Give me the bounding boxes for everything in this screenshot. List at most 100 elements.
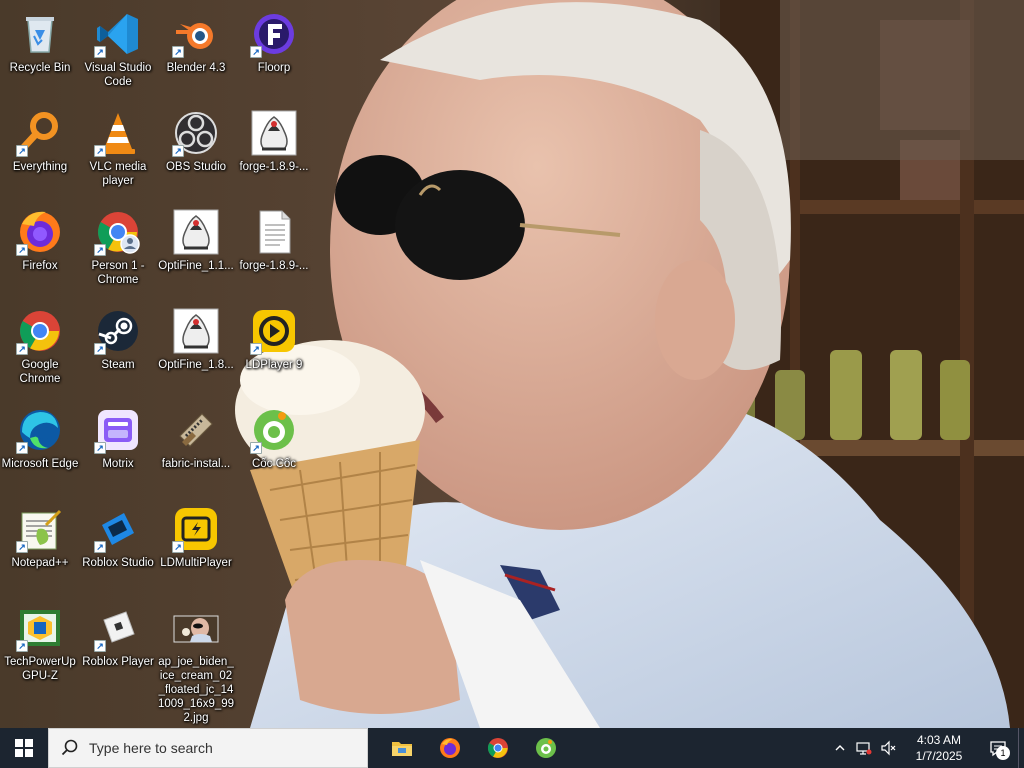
chrome-profile-icon: ↗ [94, 208, 142, 256]
desktop-icon[interactable]: Recycle Bin [1, 4, 79, 100]
taskbar-coccoc[interactable] [522, 728, 570, 768]
roblox-player-icon: ↗ [94, 604, 142, 652]
taskbar-chrome[interactable] [474, 728, 522, 768]
desktop-icon-label: ap_joe_biden_ice_cream_02_floated_jc_141… [157, 656, 235, 724]
clock-time: 4:03 AM [916, 733, 962, 747]
edge-icon: ↗ [16, 406, 64, 454]
desktop-icon-label: Visual Studio Code [84, 62, 152, 88]
desktop-icon[interactable]: ↗ Cốc Cốc [235, 400, 313, 496]
desktop-icon-label: Everything [12, 161, 68, 173]
tray-network[interactable] [852, 728, 876, 768]
shortcut-arrow-icon: ↗ [16, 640, 28, 652]
start-button[interactable] [0, 728, 48, 768]
desktop-icon-label: LDMultiPlayer [160, 557, 232, 569]
show-desktop-button[interactable] [1018, 728, 1024, 768]
blender-icon: ↗ [172, 10, 220, 58]
desktop-icon-label: Steam [101, 359, 135, 371]
desktop-icon[interactable]: forge-1.8.9-... [235, 202, 313, 298]
desktop-icon-label: Person 1 - Chrome [91, 260, 145, 286]
desktop-icon-label: Recycle Bin [9, 62, 71, 74]
desktop-icon-label: OptiFine_1.8... [158, 359, 234, 371]
desktop-icon[interactable]: ↗ Roblox Studio [79, 499, 157, 595]
firefox-icon: ↗ [16, 208, 64, 256]
desktop-icon[interactable]: OptiFine_1.1... [157, 202, 235, 298]
desktop-icon[interactable]: ↗ Floorp [235, 4, 313, 100]
taskbar-firefox[interactable] [426, 728, 474, 768]
shortcut-arrow-icon: ↗ [172, 145, 184, 157]
action-center-button[interactable]: 1 [978, 728, 1018, 768]
desktop-icon-label: forge-1.8.9-... [239, 161, 309, 173]
tray-overflow-button[interactable] [828, 728, 852, 768]
desktop-icon-label: forge-1.8.9-... [239, 260, 309, 272]
ldplayer-icon: ↗ [250, 307, 298, 355]
tray-volume[interactable] [876, 728, 900, 768]
taskbar-search-box[interactable]: Type here to search [48, 728, 368, 768]
shortcut-arrow-icon: ↗ [94, 46, 106, 58]
search-placeholder: Type here to search [89, 740, 213, 756]
shortcut-arrow-icon: ↗ [94, 244, 106, 256]
java-jar-icon [250, 109, 298, 157]
desktop-icon[interactable]: ↗ Google Chrome [1, 301, 79, 397]
motrix-icon: ↗ [94, 406, 142, 454]
desktop-icon[interactable]: ↗ TechPowerUp GPU-Z [1, 598, 79, 694]
shortcut-arrow-icon: ↗ [94, 640, 106, 652]
desktop-icon-label: Motrix [102, 458, 134, 470]
desktop-icon-label: OptiFine_1.1... [158, 260, 234, 272]
desktop-icon-label: OBS Studio [165, 161, 227, 173]
desktop-icon[interactable]: ↗ LDPlayer 9 [235, 301, 313, 397]
desktop-icon[interactable]: ↗ Blender 4.3 [157, 4, 235, 100]
desktop-icon[interactable]: OptiFine_1.8... [157, 301, 235, 397]
desktop-icon[interactable]: ap_joe_biden_ice_cream_02_floated_jc_141… [157, 598, 235, 724]
gpuz-icon: ↗ [16, 604, 64, 652]
desktop-icon-label: Notepad++ [11, 557, 69, 569]
shortcut-arrow-icon: ↗ [250, 46, 262, 58]
obs-icon: ↗ [172, 109, 220, 157]
desktop-icon-label: Roblox Studio [82, 557, 154, 569]
desktop-icon[interactable]: ↗ OBS Studio [157, 103, 235, 199]
desktop-icon[interactable]: ↗ Motrix [79, 400, 157, 496]
shortcut-arrow-icon: ↗ [16, 343, 28, 355]
shortcut-arrow-icon: ↗ [94, 343, 106, 355]
desktop-icon[interactable]: forge-1.8.9-... [235, 103, 313, 199]
file-explorer-icon [392, 742, 412, 756]
shortcut-arrow-icon: ↗ [250, 343, 262, 355]
ldmultiplayer-icon: ↗ [172, 505, 220, 553]
volume-muted-icon [881, 740, 896, 756]
java-jar-icon [172, 208, 220, 256]
desktop-icon-label: Floorp [257, 62, 291, 74]
shortcut-arrow-icon: ↗ [16, 541, 28, 553]
desktop-icon[interactable]: ↗ VLC media player [79, 103, 157, 199]
desktop-icon-label: Google Chrome [19, 359, 61, 385]
chevron-up-icon [835, 745, 845, 751]
taskbar-clock[interactable]: 4:03 AM 1/7/2025 [900, 732, 978, 764]
shortcut-arrow-icon: ↗ [250, 442, 262, 454]
desktop-icon[interactable]: fabric-instal... [157, 400, 235, 496]
taskbar-pinned-apps [378, 728, 570, 768]
shortcut-arrow-icon: ↗ [16, 145, 28, 157]
desktop-icon[interactable]: ↗ Visual Studio Code [79, 4, 157, 100]
desktop-icon-label: VLC media player [89, 161, 147, 187]
taskbar-file-explorer[interactable] [378, 728, 426, 768]
desktop-icon[interactable]: ↗ Steam [79, 301, 157, 397]
desktop-icon[interactable]: ↗ Firefox [1, 202, 79, 298]
shortcut-arrow-icon: ↗ [16, 442, 28, 454]
system-tray: 4:03 AM 1/7/2025 1 [828, 728, 1024, 768]
desktop-icon[interactable]: ↗ Roblox Player [79, 598, 157, 694]
search-icon [61, 739, 78, 756]
steam-icon: ↗ [94, 307, 142, 355]
taskbar: Type here to search 4:03 AM 1/7/2025 1 [0, 728, 1024, 768]
shortcut-arrow-icon: ↗ [94, 145, 106, 157]
java-jar-icon [172, 307, 220, 355]
coccoc-icon: ↗ [250, 406, 298, 454]
desktop-icon[interactable]: ↗ LDMultiPlayer [157, 499, 235, 595]
desktop-icon[interactable]: ↗ Microsoft Edge [1, 400, 79, 496]
desktop-icon-label: TechPowerUp GPU-Z [4, 656, 76, 682]
windows-logo-icon [15, 739, 33, 757]
network-icon [856, 742, 872, 755]
desktop-icon[interactable]: ↗ Notepad++ [1, 499, 79, 595]
desktop-icon[interactable]: ↗ Person 1 - Chrome [79, 202, 157, 298]
desktop-icon[interactable]: ↗ Everything [1, 103, 79, 199]
floorp-icon: ↗ [250, 10, 298, 58]
desktop-icon-label: Blender 4.3 [166, 62, 226, 74]
shortcut-arrow-icon: ↗ [172, 541, 184, 553]
